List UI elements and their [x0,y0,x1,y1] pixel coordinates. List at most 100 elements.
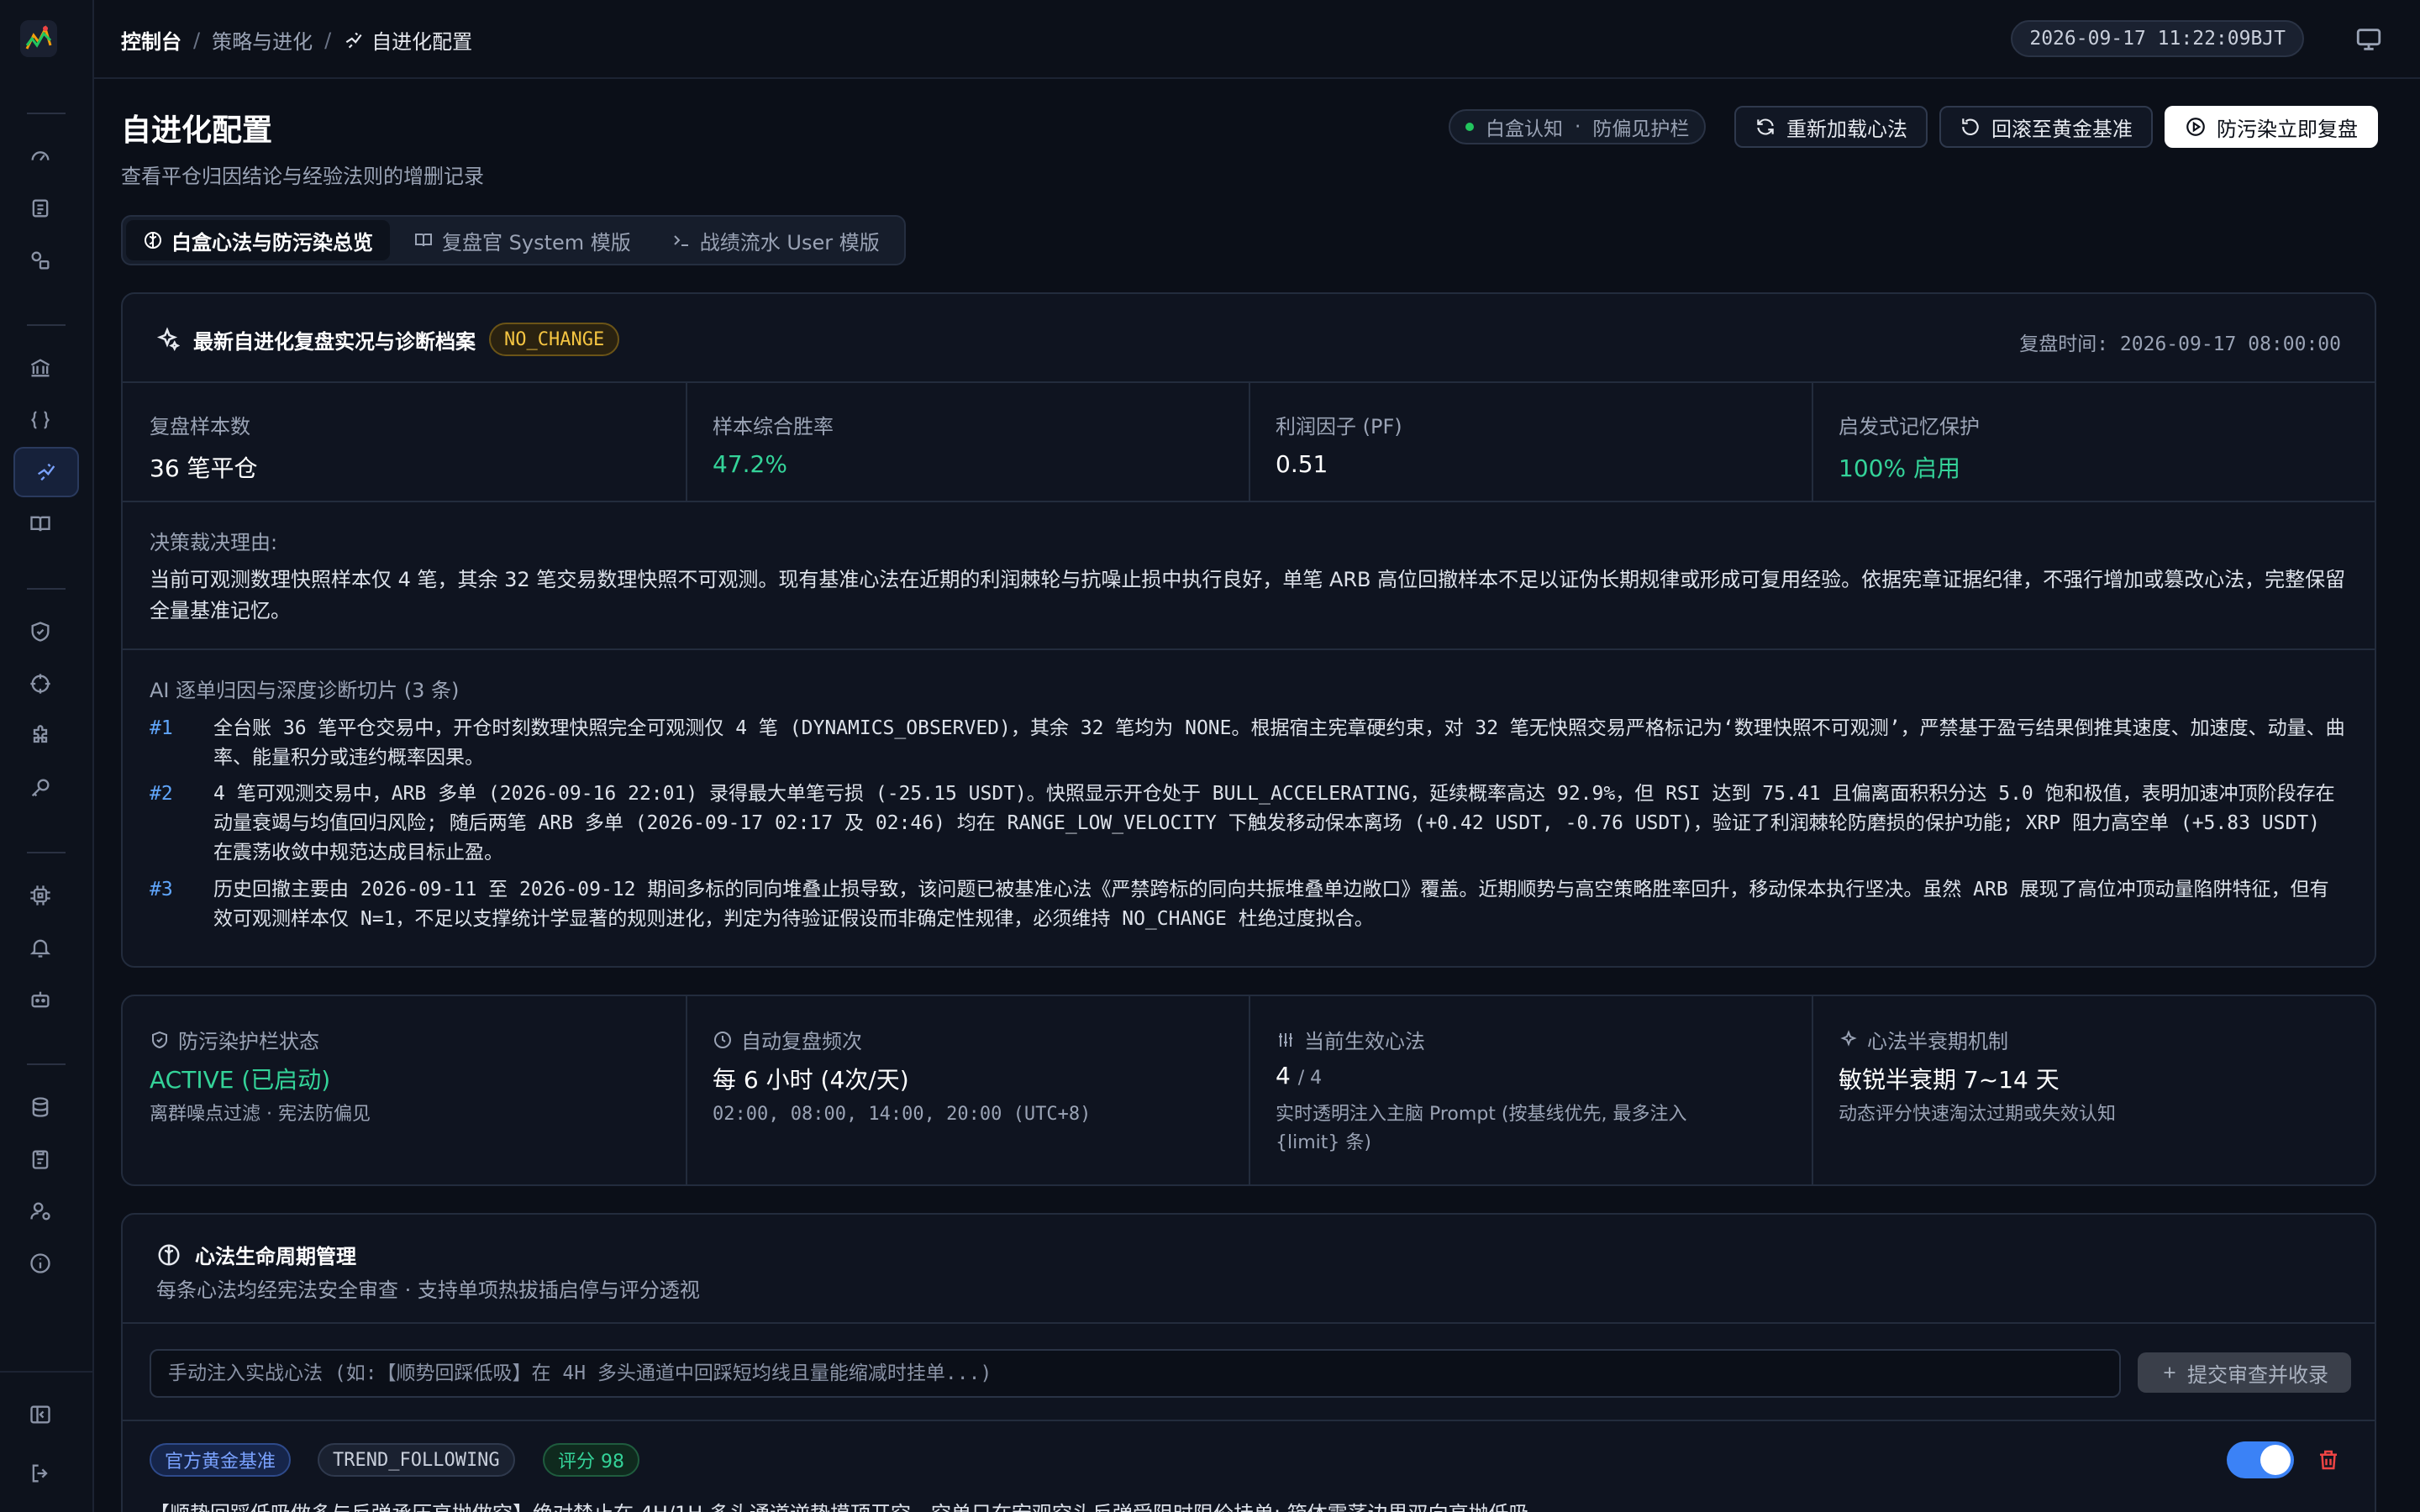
diagnosis-label: AI 逐单归因与深度诊断切片 (3 条) [150,679,460,702]
diagnosis-number: #3 [150,879,173,900]
card-divider [123,648,2375,650]
stat-value: 47.2% [713,450,787,478]
active-rules-desc: 实时透明注入主脑 Prompt (按基线优先, 最多注入 {limit} 条) [1276,1104,1687,1153]
rule-enable-toggle[interactable] [2227,1441,2294,1478]
tab-overview-label: 白盒心法与防污染总览 [171,230,373,255]
rule-source-tag: 官方黄金基准 [150,1443,292,1477]
book-open-icon [415,234,432,247]
breadcrumb-separator: / [193,28,201,52]
bank-icon[interactable] [25,353,55,383]
status-pill-a: 白盒认知 [1486,118,1563,140]
braces-icon[interactable] [25,405,55,435]
review-card-header: 最新自进化复盘实况与诊断档案 NO_CHANGE [155,323,620,356]
tab-overview[interactable]: 白盒心法与防污染总览 [126,220,390,260]
diagnosis-item: #3 历史回撤主要由 2026-09-11 至 2026-09-12 期间多标的… [150,875,2348,934]
guard-stats-card: 防污染护栏状态 ACTIVE (已启动) 离群噪点过滤 · 宪法防偏见 自动复盘… [121,995,2376,1186]
review-frequency-desc: 02:00, 08:00, 14:00, 20:00 (UTC+8) [713,1104,1092,1125]
guard-status-desc: 离群噪点过滤 · 宪法防偏见 [150,1104,371,1125]
plus-icon [2164,1367,2175,1378]
review-frequency-label-text: 自动复盘频次 [741,1030,862,1053]
alarm-bell-icon[interactable] [25,932,55,963]
shapes-icon[interactable] [25,245,55,276]
info-icon[interactable] [25,1248,55,1278]
sparkles-icon [1840,1029,1857,1047]
active-rules-label-text: 当前生效心法 [1304,1030,1425,1053]
refresh-icon [1757,118,1774,135]
stat-profit-factor: 利润因子 (PF) 0.51 [1249,383,1812,501]
diagnosis-text: 全台账 36 笔平仓交易中，开仓时刻数理快照完全可观测仅 4 笔 (DYNAMI… [213,717,2345,769]
lifecycle-title: 心法生命周期管理 [195,1245,356,1268]
active-rules-label: 当前生效心法 [1276,1025,1425,1054]
diagnosis-number: #1 [150,717,173,739]
status-pill-b: 防偏见护栏 [1592,118,1690,140]
rule-score-tag: 评分 98 [543,1443,639,1477]
user-settings-icon[interactable] [25,1196,55,1226]
crosshair-icon[interactable] [25,669,55,699]
app-logo[interactable] [20,20,57,57]
review-frequency-value: 每 6 小时 (4次/天) [713,1066,909,1094]
collapse-sidebar-icon[interactable] [25,1399,55,1430]
rollback-baseline-button[interactable]: 回滚至黄金基准 [1939,106,2153,148]
breadcrumb-current-label: 自进化配置 [371,30,473,54]
active-rules-value: 4 / 4 [1276,1062,1322,1089]
rule-inject-input[interactable] [150,1349,2121,1398]
sidebar-divider [27,588,66,590]
stat-memory-protection: 启发式记忆保护 100% 启用 [1812,383,2375,501]
rule-text: 【顺势回踩低吸做多与反弹承压高抛做空】绝对禁止在 4H/1H 多头通道逆势摸顶开… [150,1497,2348,1512]
guard-status-pill: 白盒认知 · 防偏见护栏 [1449,109,1707,144]
submit-rule-button[interactable]: 提交审查并收录 [2138,1352,2351,1393]
evolution-spark-icon [345,32,362,48]
sliders-icon [1279,1032,1292,1047]
monitor-icon[interactable] [2354,25,2383,54]
rollback-baseline-label: 回滚至黄金基准 [1991,117,2133,141]
breadcrumb-strategy[interactable]: 策略与进化 [212,25,313,55]
stat-label: 启发式记忆保护 [1839,415,1980,438]
diagnosis-number: #2 [150,783,173,805]
evolution-spark-icon [38,463,55,481]
half-life: 心法半衰期机制 敏锐半衰期 7~14 天 动态评分快速淘汰过期或失效认知 [1812,996,2375,1184]
brain-icon [145,232,161,249]
tab-bar: 白盒心法与防污染总览 复盘官 System 模版 战绩流水 User 模版 [121,215,906,265]
card-divider [123,1322,2375,1324]
sidebar-item-evolution-active[interactable] [13,447,79,497]
key-icon[interactable] [25,773,55,803]
shield-check-icon[interactable] [25,617,55,647]
review-now-button[interactable]: 防污染立即复盘 [2165,106,2378,148]
active-rules-total: / 4 [1297,1068,1323,1089]
shield-check-icon [152,1031,167,1048]
review-time: 复盘时间: 2026-09-17 08:00:00 [2019,333,2341,355]
top-bar: 控制台 / 策略与进化 / 自进化配置 2026-09-17 11:22:09B… [94,0,2420,79]
breadcrumb-current: 自进化配置 [343,25,472,55]
submit-rule-label: 提交审查并收录 [2187,1362,2328,1387]
sidebar [0,0,94,1512]
stat-label: 复盘样本数 [150,415,250,438]
stat-label: 样本综合胜率 [713,415,834,438]
breadcrumb-root[interactable]: 控制台 [121,25,182,55]
trash-icon[interactable] [2316,1446,2341,1473]
clock-display: 2026-09-17 11:22:09BJT [2011,20,2304,57]
diagnosis-text: 历史回撤主要由 2026-09-11 至 2026-09-12 期间多标的同向堆… [213,879,2329,930]
review-frequency: 自动复盘频次 每 6 小时 (4次/天) 02:00, 08:00, 14:00… [686,996,1249,1184]
clipboard-icon[interactable] [25,1144,55,1174]
tab-user-template[interactable]: 战绩流水 User 模版 [655,220,897,260]
reload-rules-label: 重新加载心法 [1786,117,1907,141]
review-now-label: 防污染立即复盘 [2217,117,2358,141]
scroll-log-icon[interactable] [25,193,55,223]
toggle-knob [2260,1445,2291,1475]
brain-icon [158,1244,180,1265]
dashboard-gauge-icon[interactable] [25,141,55,171]
stat-win-rate: 样本综合胜率 47.2% [686,383,1249,501]
database-icon[interactable] [25,1092,55,1122]
logout-icon[interactable] [25,1458,55,1488]
tab-system-template-label: 复盘官 System 模版 [442,230,631,255]
book-icon[interactable] [25,509,55,539]
cpu-icon[interactable] [25,880,55,911]
bot-icon[interactable] [25,984,55,1015]
page-subtitle: 查看平仓归因结论与经验法则的增删记录 [121,165,484,188]
puzzle-icon[interactable] [25,721,55,751]
stat-value: 36 笔平仓 [150,454,258,482]
reload-rules-button[interactable]: 重新加载心法 [1734,106,1928,148]
stat-value: 100% 启用 [1839,454,1960,482]
card-divider [123,501,2375,502]
tab-system-template[interactable]: 复盘官 System 模版 [397,220,648,260]
